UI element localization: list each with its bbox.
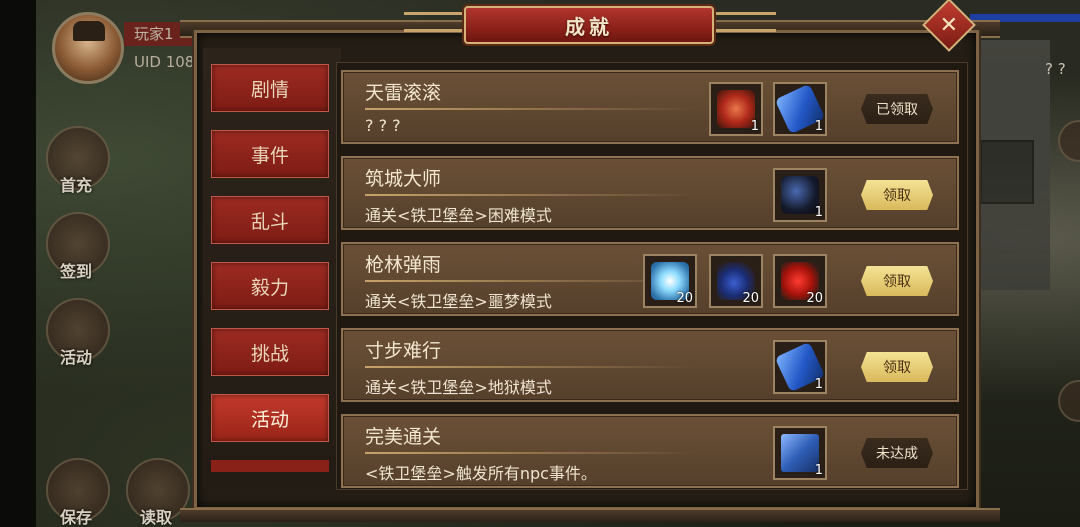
achievement-title: 枪林弹雨 — [365, 254, 442, 276]
right-hint: ? ? — [1045, 60, 1066, 78]
reward-slot[interactable]: 1 — [773, 340, 827, 394]
claimed-button[interactable]: 已领取 — [861, 94, 933, 124]
event-label: 活动 — [60, 348, 93, 367]
tab-story[interactable]: 剧情 — [211, 64, 329, 112]
reward-qty: 1 — [750, 119, 759, 134]
claim-button[interactable]: 领取 — [861, 352, 933, 382]
reward-qty: 1 — [814, 377, 823, 392]
reward-slot[interactable]: 1 — [773, 168, 827, 222]
red-dragon-token-icon — [717, 90, 755, 128]
achievement-row: 筑城大师 通关<铁卫堡垒>困难模式 1 领取 — [341, 156, 959, 230]
blue-book-icon — [781, 434, 819, 472]
reward-slot[interactable]: 20 — [773, 254, 827, 308]
achievement-title: 寸步难行 — [365, 340, 442, 362]
title-ornament-right — [716, 12, 776, 32]
reward-qty: 20 — [676, 291, 693, 306]
achievement-desc: 通关<铁卫堡垒>地狱模式 — [365, 378, 552, 397]
title-ornament-left — [404, 12, 464, 32]
tab-activity[interactable]: 活动 — [211, 394, 329, 442]
reward-qty: 20 — [742, 291, 759, 306]
reward-slot[interactable]: 1 — [773, 82, 827, 136]
divider — [365, 194, 695, 196]
warhorse-icon — [781, 176, 819, 214]
tab-more[interactable] — [211, 460, 329, 472]
reward-qty: 20 — [806, 291, 823, 306]
achievement-row: 完美通关 <铁卫堡垒>触发所有npc事件。 1 未达成 — [341, 414, 959, 488]
player-uid: UID 108 — [134, 53, 195, 71]
not-achieved-button[interactable]: 未达成 — [861, 438, 933, 468]
claim-button[interactable]: 领取 — [861, 266, 933, 296]
reward-slot[interactable]: 20 — [709, 254, 763, 308]
claim-button[interactable]: 领取 — [861, 180, 933, 210]
dialog-title: 成就 — [565, 14, 613, 39]
divider — [365, 108, 695, 110]
reward-qty: 1 — [814, 205, 823, 220]
achievement-title: 完美通关 — [365, 426, 442, 448]
tab-melee[interactable]: 乱斗 — [211, 196, 329, 244]
load-label: 读取 — [140, 508, 173, 527]
achievement-desc: ? ? ? — [365, 116, 401, 135]
tab-perseverance[interactable]: 毅力 — [211, 262, 329, 310]
save-label: 保存 — [60, 508, 93, 527]
achievement-title: 天雷滚滚 — [365, 82, 442, 104]
reward-qty: 1 — [814, 463, 823, 478]
reward-slot[interactable]: 1 — [773, 426, 827, 480]
checkin-label: 签到 — [60, 262, 93, 281]
tab-events[interactable]: 事件 — [211, 130, 329, 178]
achievement-desc: 通关<铁卫堡垒>噩梦模式 — [365, 292, 552, 311]
player-avatar[interactable] — [52, 12, 124, 84]
divider — [365, 366, 695, 368]
achievement-title: 筑城大师 — [365, 168, 442, 190]
dialog-bottom-rail — [180, 508, 1000, 522]
achievement-row: 枪林弹雨 通关<铁卫堡垒>噩梦模式 20 20 20 领取 — [341, 242, 959, 316]
first-recharge-label: 首充 — [60, 176, 93, 195]
reward-slot[interactable]: 20 — [643, 254, 697, 308]
achievement-desc: <铁卫堡垒>触发所有npc事件。 — [365, 464, 597, 483]
achievement-row: 天雷滚滚 ? ? ? 1 1 已领取 — [341, 70, 959, 144]
close-icon: ✕ — [939, 12, 959, 38]
reward-qty: 1 — [814, 119, 823, 134]
left-edge — [0, 0, 36, 527]
reward-slot[interactable]: 1 — [709, 82, 763, 136]
divider — [365, 452, 695, 454]
dialog-title-plate: 成就 — [464, 6, 714, 44]
tab-challenge[interactable]: 挑战 — [211, 328, 329, 376]
achievement-row: 寸步难行 通关<铁卫堡垒>地狱模式 1 领取 — [341, 328, 959, 402]
achievement-desc: 通关<铁卫堡垒>困难模式 — [365, 206, 552, 225]
